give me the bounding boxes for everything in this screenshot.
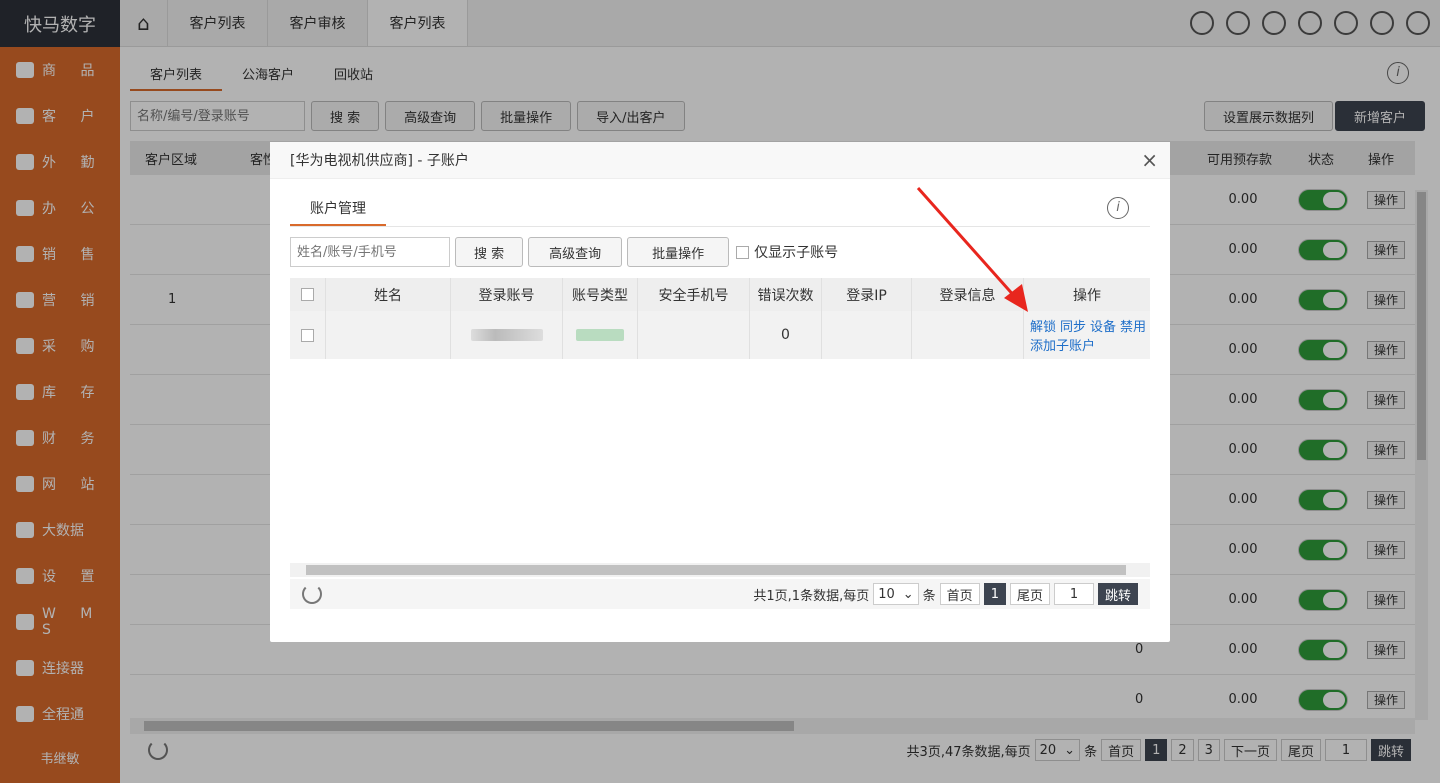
blurred-account-type xyxy=(576,329,624,341)
red-annotation-arrow xyxy=(916,187,1028,312)
modal-refresh-icon[interactable] xyxy=(302,584,322,604)
modal-title: [华为电视机供应商] - 子账户 xyxy=(290,153,469,169)
header-error-count: 错误次数 xyxy=(750,278,822,311)
cell-name xyxy=(326,311,451,359)
modal-pager: 共1页,1条数据,每页 10 ⌄ 条 首页 1 尾页 1 跳转 xyxy=(290,579,1150,609)
modal-advanced-query-button[interactable]: 高级查询 xyxy=(528,237,623,267)
only-sub-accounts-checkbox[interactable] xyxy=(736,245,750,259)
device-link[interactable]: 设备 xyxy=(1090,320,1116,335)
modal-per-page-select[interactable]: 10 ⌄ xyxy=(873,583,919,605)
modal-goto-button[interactable]: 跳转 xyxy=(1097,583,1138,605)
cell-security-phone xyxy=(638,311,750,359)
modal-batch-operation-button[interactable]: 批量操作 xyxy=(627,237,730,267)
cell-error-count: 0 xyxy=(750,311,822,359)
select-all-checkbox[interactable] xyxy=(301,288,314,301)
table-row: 0 解锁 同步 设备 禁用 添加子账户 xyxy=(290,311,1150,359)
modal-search-button[interactable]: 搜 索 xyxy=(455,237,524,267)
row-checkbox-cell xyxy=(290,311,326,359)
add-sub-account-link[interactable]: 添加子账户 xyxy=(1030,335,1095,354)
cell-login-account xyxy=(451,311,563,359)
header-account-type: 账号类型 xyxy=(563,278,638,311)
modal-horizontal-scrollbar[interactable] xyxy=(290,563,1150,577)
close-icon[interactable]: × xyxy=(1141,148,1158,172)
modal-goto-page-input[interactable]: 1 xyxy=(1053,583,1094,605)
modal-last-page-button[interactable]: 尾页 xyxy=(1009,583,1050,605)
modal-help-info-icon[interactable]: i xyxy=(1107,197,1129,219)
row-checkbox[interactable] xyxy=(301,328,314,342)
tab-account-management[interactable]: 账户管理 xyxy=(290,196,386,226)
only-sub-accounts-label: 仅显示子账号 xyxy=(754,245,839,261)
sync-link[interactable]: 同步 xyxy=(1060,320,1086,335)
header-security-phone: 安全手机号 xyxy=(638,278,750,311)
chevron-down-icon: ⌄ xyxy=(902,586,914,602)
cell-login-ip xyxy=(822,311,912,359)
unlock-link[interactable]: 解锁 xyxy=(1030,320,1056,335)
header-login-account: 登录账号 xyxy=(451,278,563,311)
modal-toolbar: 搜 索 高级查询 批量操作 仅显示子账号 xyxy=(290,237,838,267)
blurred-account xyxy=(470,329,543,341)
modal-page-1-button[interactable]: 1 xyxy=(983,583,1006,605)
cell-actions: 解锁 同步 设备 禁用 添加子账户 xyxy=(1024,311,1150,359)
disable-link[interactable]: 禁用 xyxy=(1120,320,1146,335)
header-name: 姓名 xyxy=(326,278,451,311)
modal-header: [华为电视机供应商] - 子账户 xyxy=(270,142,1170,179)
sub-account-search-input[interactable] xyxy=(290,237,450,267)
modal-pager-unit: 条 xyxy=(922,588,936,604)
modal-first-page-button[interactable]: 首页 xyxy=(939,583,980,605)
header-login-ip: 登录IP xyxy=(822,278,912,311)
cell-login-info xyxy=(912,311,1024,359)
cell-account-type xyxy=(563,311,638,359)
select-all-checkbox-cell xyxy=(290,278,326,311)
modal-pager-summary: 共1页,1条数据,每页 xyxy=(753,588,870,604)
